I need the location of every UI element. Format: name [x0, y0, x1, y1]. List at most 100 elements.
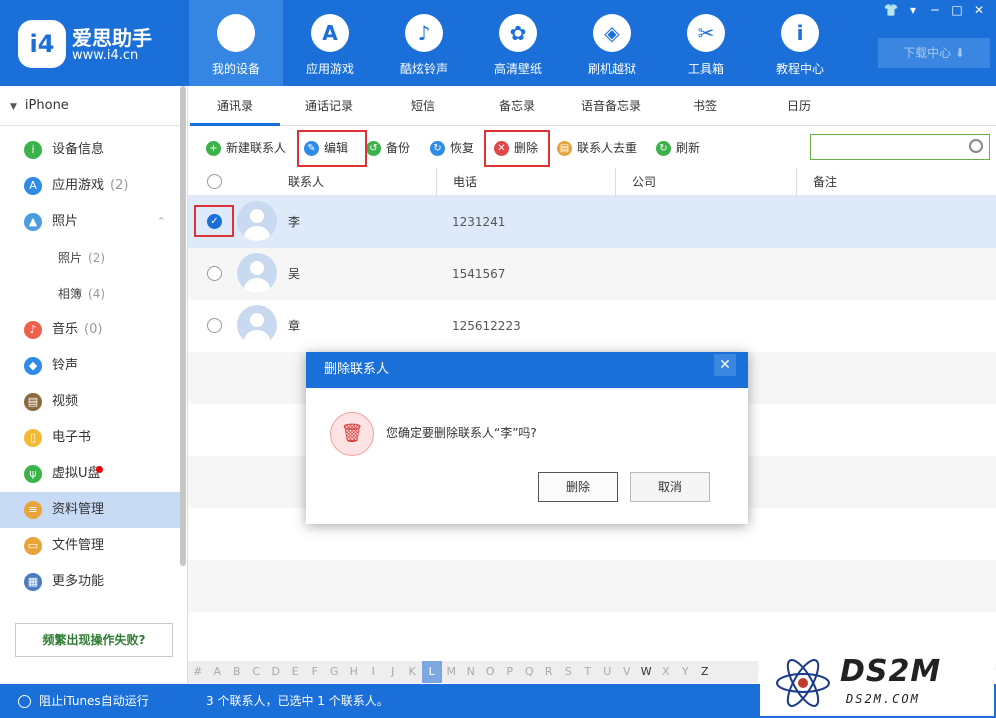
- alpha-x[interactable]: X: [656, 661, 676, 683]
- alpha-e[interactable]: E: [286, 661, 306, 683]
- alpha-i[interactable]: I: [364, 661, 384, 683]
- toolbar-dedupe-button[interactable]: ▤ 联系人去重: [557, 134, 637, 162]
- tab-3[interactable]: 备忘录: [472, 86, 562, 126]
- alpha-a[interactable]: A: [208, 661, 228, 683]
- toolbar-restore-button[interactable]: ↻ 恢复: [430, 134, 474, 162]
- alpha-v[interactable]: V: [617, 661, 637, 683]
- usb-icon: ψ: [24, 464, 42, 483]
- tools-icon: ✂: [687, 14, 725, 52]
- contact-name: 章: [288, 319, 301, 333]
- chevron-up-icon[interactable]: ⌃: [157, 204, 166, 240]
- alpha-q[interactable]: Q: [520, 661, 540, 683]
- alpha-hash[interactable]: #: [188, 661, 208, 683]
- alpha-g[interactable]: G: [325, 661, 345, 683]
- menu-dropdown-icon[interactable]: ▾: [902, 2, 924, 18]
- sidebar-item-label: 应用游戏: [52, 178, 105, 193]
- top-navigation-bar: i4 爱思助手 www.i4.cn 我的设备 A 应用游戏 ♪ 酷炫铃声 ✿ 高清壁纸 ◈ 刷机…: [0, 0, 996, 86]
- atom-logo-icon: [776, 659, 830, 707]
- header-company[interactable]: 公司: [615, 168, 656, 196]
- sidebar-item-label: 铃声: [52, 358, 79, 373]
- close-icon[interactable]: ✕: [968, 2, 990, 18]
- alpha-p[interactable]: P: [500, 661, 520, 683]
- toolbar-plus-button[interactable]: + 新建联系人: [206, 134, 286, 162]
- alpha-b[interactable]: B: [227, 661, 247, 683]
- alpha-j[interactable]: J: [383, 661, 403, 683]
- alpha-c[interactable]: C: [247, 661, 267, 683]
- nav-label: 我的设备: [211, 62, 260, 76]
- device-selector[interactable]: ▼ iPhone: [0, 86, 186, 126]
- alpha-w[interactable]: W: [637, 661, 657, 683]
- tab-2[interactable]: 短信: [378, 86, 468, 126]
- tab-4[interactable]: 语音备忘录: [566, 86, 656, 126]
- nav-flower[interactable]: ✿ 高清壁纸: [471, 0, 565, 86]
- minimize-icon[interactable]: ─: [924, 2, 946, 18]
- sidebar-item-usb[interactable]: ψ 虚拟U盘: [0, 456, 180, 492]
- alpha-y[interactable]: Y: [676, 661, 696, 683]
- file-list-icon: ≡: [24, 500, 42, 519]
- table-row[interactable]: ✓ 李 1231241: [188, 196, 996, 248]
- nav-dropbox[interactable]: ◈ 刷机越狱: [565, 0, 659, 86]
- dialog-close-icon[interactable]: ✕: [714, 354, 736, 376]
- sidebar-item-photo[interactable]: ▲ 照片 ⌃: [0, 204, 180, 240]
- alpha-d[interactable]: D: [266, 661, 286, 683]
- header-contact[interactable]: 联系人: [288, 168, 324, 196]
- tab-5[interactable]: 书签: [660, 86, 750, 126]
- tab-6[interactable]: 日历: [754, 86, 844, 126]
- alpha-f[interactable]: F: [305, 661, 325, 683]
- search-icon[interactable]: [969, 139, 983, 153]
- alpha-t[interactable]: T: [578, 661, 598, 683]
- sidebar-sub-albums[interactable]: 相簿 (4): [58, 276, 178, 312]
- sidebar-item-video[interactable]: ▤ 视频: [0, 384, 180, 420]
- block-itunes-toggle[interactable]: 阻止iTunes自动运行: [0, 684, 188, 718]
- nav-app-store[interactable]: A 应用游戏: [283, 0, 377, 86]
- alpha-s[interactable]: S: [559, 661, 579, 683]
- row-select-radio[interactable]: ✓: [207, 214, 222, 229]
- tab-0[interactable]: 通讯录: [190, 86, 280, 126]
- alpha-u[interactable]: U: [598, 661, 618, 683]
- maximize-icon[interactable]: □: [946, 2, 968, 18]
- alpha-h[interactable]: H: [344, 661, 364, 683]
- alpha-r[interactable]: R: [539, 661, 559, 683]
- download-center-button[interactable]: 下载中心 ⬇: [878, 38, 990, 68]
- cancel-button[interactable]: 取消: [630, 472, 710, 502]
- nav-apple[interactable]: 我的设备: [189, 0, 283, 86]
- toolbar-refresh-button[interactable]: ↻ 刷新: [656, 134, 700, 162]
- header-notes[interactable]: 备注: [796, 168, 837, 196]
- search-input[interactable]: [810, 134, 990, 160]
- toolbar-label: 编辑: [324, 141, 349, 155]
- table-row[interactable]: 吴 1541567: [188, 248, 996, 300]
- alpha-k[interactable]: K: [403, 661, 423, 683]
- alpha-m[interactable]: M: [442, 661, 462, 683]
- alpha-z[interactable]: Z: [695, 661, 715, 683]
- nav-info[interactable]: i 教程中心: [753, 0, 847, 86]
- sidebar-item-app-store[interactable]: A 应用游戏 (2): [0, 168, 180, 204]
- sidebar-item-grid[interactable]: ▦ 更多功能: [0, 564, 180, 600]
- confirm-delete-button[interactable]: 删除: [538, 472, 618, 502]
- nav-tools[interactable]: ✂ 工具箱: [659, 0, 753, 86]
- help-failure-button[interactable]: 频繁出现操作失败?: [15, 623, 173, 657]
- sidebar-sub-photos[interactable]: 照片 (2): [58, 240, 178, 276]
- sidebar-scrollbar[interactable]: [180, 86, 186, 566]
- skin-icon[interactable]: 👕: [880, 2, 902, 18]
- nav-bell[interactable]: ♪ 酷炫铃声: [377, 0, 471, 86]
- toolbar-edit-button[interactable]: ✎ 编辑: [304, 134, 348, 162]
- toolbar-delete-button[interactable]: ✕ 删除: [494, 134, 538, 162]
- alpha-n[interactable]: N: [461, 661, 481, 683]
- sidebar-item-bell[interactable]: ◆ 铃声: [0, 348, 180, 384]
- plus-icon: +: [206, 141, 221, 156]
- row-select-radio[interactable]: [207, 266, 222, 281]
- tab-1[interactable]: 通话记录: [284, 86, 374, 126]
- sidebar-item-file-list[interactable]: ≡ 资料管理: [0, 492, 180, 528]
- sidebar-item-info[interactable]: i 设备信息: [0, 132, 180, 168]
- contact-name: 吴: [288, 267, 301, 281]
- header-phone[interactable]: 电话: [436, 168, 477, 196]
- toolbar-backup-button[interactable]: ↺ 备份: [366, 134, 410, 162]
- alpha-l[interactable]: L: [422, 661, 442, 683]
- table-row[interactable]: 章 125612223: [188, 300, 996, 352]
- sidebar-item-book[interactable]: ▯ 电子书: [0, 420, 180, 456]
- sidebar-item-music[interactable]: ♪ 音乐 (0): [0, 312, 180, 348]
- alpha-o[interactable]: O: [481, 661, 501, 683]
- select-all-radio[interactable]: [207, 174, 222, 189]
- row-select-radio[interactable]: [207, 318, 222, 333]
- sidebar-item-folder[interactable]: ▭ 文件管理: [0, 528, 180, 564]
